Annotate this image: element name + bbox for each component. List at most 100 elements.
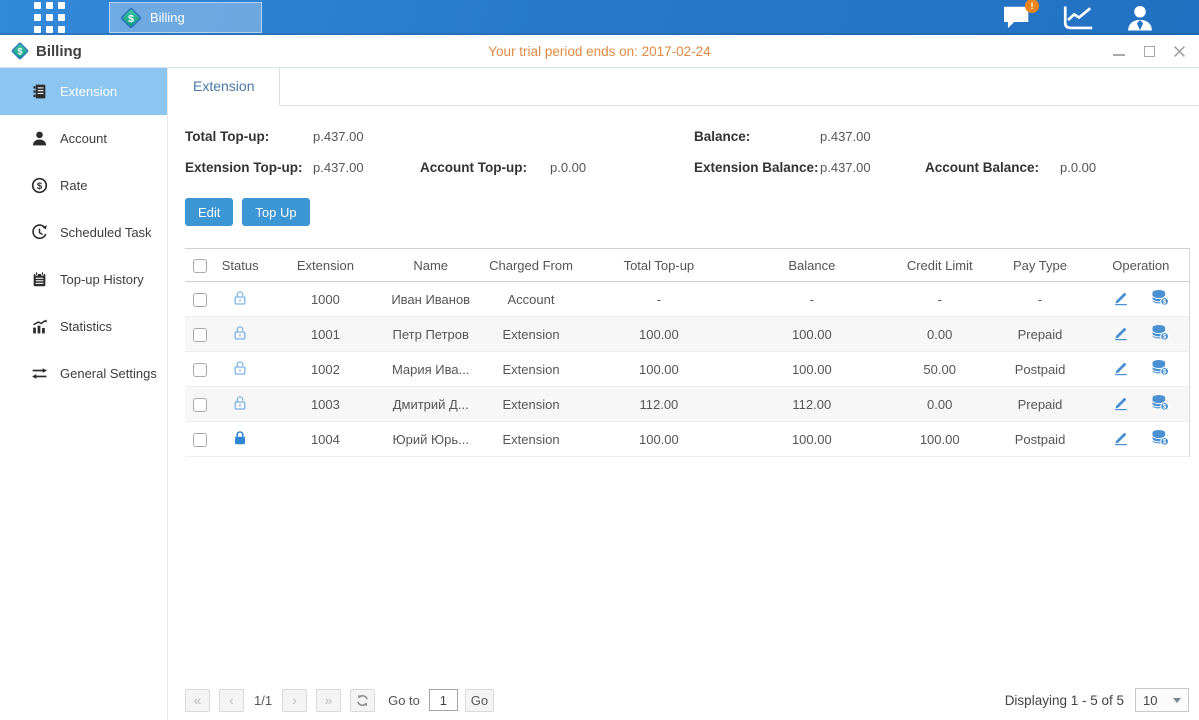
edit-extension-icon[interactable] bbox=[1113, 430, 1129, 449]
tab-extension[interactable]: Extension bbox=[168, 68, 280, 106]
extension-topup-label: Extension Top-up: bbox=[185, 160, 313, 175]
svg-text:$: $ bbox=[17, 46, 22, 56]
sidebar-item-topup-history[interactable]: Top-up History bbox=[0, 256, 167, 303]
col-operation: Operation bbox=[1093, 249, 1189, 282]
sidebar-item-account[interactable]: Account bbox=[0, 115, 167, 162]
taskbar-tab-billing[interactable]: $ Billing bbox=[109, 2, 262, 33]
minimize-button[interactable] bbox=[1112, 44, 1126, 58]
cell-name: Дмитрий Д... bbox=[386, 387, 476, 422]
topup-extension-icon[interactable]: $ bbox=[1151, 289, 1169, 309]
edit-extension-icon[interactable] bbox=[1113, 325, 1129, 344]
maximize-button[interactable] bbox=[1142, 44, 1156, 58]
extension-table: Status Extension Name Charged From Total… bbox=[185, 248, 1190, 457]
balance-value: p.437.00 bbox=[820, 129, 871, 144]
col-status: Status bbox=[215, 249, 265, 282]
row-checkbox[interactable] bbox=[193, 328, 207, 342]
prev-page-button[interactable]: ‹ bbox=[219, 689, 244, 712]
cell-pay-type: - bbox=[987, 282, 1092, 317]
svg-text:$: $ bbox=[128, 13, 134, 25]
clock-history-icon bbox=[31, 224, 48, 241]
page-indicator: 1/1 bbox=[254, 693, 272, 708]
sidebar-item-general-settings[interactable]: General Settings bbox=[0, 350, 167, 397]
edit-extension-icon[interactable] bbox=[1113, 290, 1129, 309]
billing-sidebar: Extension Account $ Rate bbox=[0, 68, 168, 720]
cell-name: Юрий Юрь... bbox=[386, 422, 476, 457]
cell-pay-type: Postpaid bbox=[987, 422, 1092, 457]
topup-extension-icon[interactable]: $ bbox=[1151, 324, 1169, 344]
cell-name: Петр Петров bbox=[386, 317, 476, 352]
account-topup-value: p.0.00 bbox=[550, 160, 586, 175]
taskbar-tab-label: Billing bbox=[150, 10, 185, 25]
unlocked-icon bbox=[232, 399, 248, 414]
apps-grid-icon[interactable] bbox=[34, 2, 65, 33]
col-pay-type: Pay Type bbox=[987, 249, 1092, 282]
statistics-chart-icon bbox=[31, 318, 48, 335]
topup-extension-icon[interactable]: $ bbox=[1151, 394, 1169, 414]
page-size-select[interactable]: 10 bbox=[1135, 688, 1189, 712]
billing-window-icon: $ bbox=[11, 42, 29, 60]
edit-extension-icon[interactable] bbox=[1113, 395, 1129, 414]
cell-charged-from: Extension bbox=[476, 387, 586, 422]
extension-page: Extension Total Top-up: p.437.00 Balance… bbox=[168, 68, 1199, 720]
topup-extension-icon[interactable]: $ bbox=[1151, 359, 1169, 379]
table-row: 1004 Юрий Юрь... Extension 100.00 100.00… bbox=[185, 422, 1189, 457]
close-button[interactable] bbox=[1172, 44, 1186, 58]
edit-extension-icon[interactable] bbox=[1113, 360, 1129, 379]
sidebar-item-statistics[interactable]: Statistics bbox=[0, 303, 167, 350]
table-row: 1001 Петр Петров Extension 100.00 100.00… bbox=[185, 317, 1189, 352]
row-checkbox[interactable] bbox=[193, 363, 207, 377]
cell-operation: $ bbox=[1093, 282, 1189, 317]
dollar-coin-icon: $ bbox=[31, 177, 48, 194]
sidebar-item-extension[interactable]: Extension bbox=[0, 68, 167, 115]
top-up-button[interactable]: Top Up bbox=[242, 198, 309, 226]
row-checkbox[interactable] bbox=[193, 398, 207, 412]
cell-total-topup: 112.00 bbox=[586, 387, 731, 422]
topup-extension-icon[interactable]: $ bbox=[1151, 429, 1169, 449]
col-balance: Balance bbox=[732, 249, 892, 282]
col-extension: Extension bbox=[265, 249, 385, 282]
billing-app-icon: $ bbox=[120, 7, 142, 29]
sidebar-item-label: Statistics bbox=[60, 319, 112, 334]
unlocked-icon bbox=[232, 329, 248, 344]
cell-credit-limit: 100.00 bbox=[892, 422, 987, 457]
resource-monitor-icon[interactable] bbox=[1062, 4, 1095, 31]
go-button[interactable]: Go bbox=[465, 689, 494, 712]
notification-badge: ! bbox=[1025, 0, 1039, 13]
notepad-icon bbox=[31, 271, 48, 288]
edit-button[interactable]: Edit bbox=[185, 198, 233, 226]
cell-credit-limit: 0.00 bbox=[892, 387, 987, 422]
goto-label: Go to bbox=[388, 693, 420, 708]
sidebar-item-scheduled-task[interactable]: Scheduled Task bbox=[0, 209, 167, 256]
goto-page-input[interactable] bbox=[429, 689, 458, 711]
sidebar-item-label: Account bbox=[60, 131, 107, 146]
unlocked-icon bbox=[232, 294, 248, 309]
user-account-icon[interactable] bbox=[1125, 4, 1155, 32]
cell-name: Иван Иванов bbox=[386, 282, 476, 317]
last-page-button[interactable]: » bbox=[316, 689, 341, 712]
balance-label: Balance: bbox=[694, 129, 820, 144]
cell-operation: $ bbox=[1093, 422, 1189, 457]
table-row: 1002 Мария Ива... Extension 100.00 100.0… bbox=[185, 352, 1189, 387]
cell-total-topup: 100.00 bbox=[586, 317, 731, 352]
sidebar-item-label: Scheduled Task bbox=[60, 225, 152, 240]
table-header-row: Status Extension Name Charged From Total… bbox=[185, 249, 1189, 282]
row-checkbox[interactable] bbox=[193, 293, 207, 307]
row-checkbox[interactable] bbox=[193, 433, 207, 447]
cell-operation: $ bbox=[1093, 352, 1189, 387]
refresh-button[interactable] bbox=[350, 689, 375, 712]
window-titlebar: $ Billing Your trial period ends on: 201… bbox=[0, 35, 1199, 68]
sidebar-item-label: General Settings bbox=[60, 366, 157, 381]
cell-credit-limit: 0.00 bbox=[892, 317, 987, 352]
select-all-checkbox[interactable] bbox=[193, 259, 207, 273]
next-page-button[interactable]: › bbox=[282, 689, 307, 712]
status-cell bbox=[215, 352, 265, 387]
cell-charged-from: Extension bbox=[476, 422, 586, 457]
messages-icon[interactable]: ! bbox=[1002, 5, 1032, 31]
cell-charged-from: Account bbox=[476, 282, 586, 317]
sidebar-item-rate[interactable]: $ Rate bbox=[0, 162, 167, 209]
settings-sliders-icon bbox=[31, 365, 48, 382]
first-page-button[interactable]: « bbox=[185, 689, 210, 712]
cell-balance: 112.00 bbox=[732, 387, 892, 422]
status-cell bbox=[215, 422, 265, 457]
sidebar-item-label: Extension bbox=[60, 84, 117, 99]
